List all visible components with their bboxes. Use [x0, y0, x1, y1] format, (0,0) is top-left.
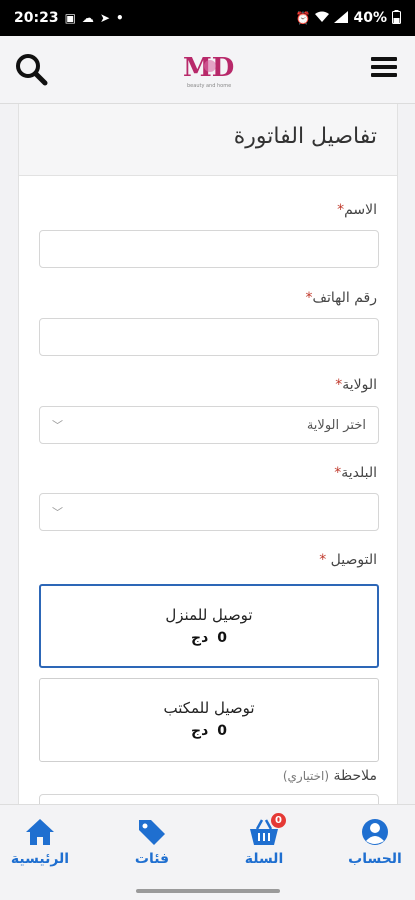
user-icon [359, 817, 391, 847]
chevron-down-icon: ﹀ [52, 419, 63, 432]
logo[interactable]: MD beauty and home [181, 48, 241, 90]
price-currency: دج [191, 630, 209, 646]
delivery-label-text: التوصيل [330, 552, 377, 568]
delivery-option-title: توصيل للمنزل [165, 606, 253, 624]
commune-label: البلدية* [334, 465, 377, 481]
battery-text: 40% [353, 10, 387, 26]
telegram-icon: ➤ [99, 11, 110, 25]
delivery-option-price: 0 دج [40, 723, 378, 739]
nav-home[interactable]: الرئيسية [0, 817, 80, 867]
wilaya-label-text: الولاية [342, 377, 377, 393]
price-currency: دج [191, 723, 209, 739]
home-icon [24, 817, 56, 847]
phone-field[interactable] [39, 318, 379, 356]
note-label: ملاحظة (اختياري) [283, 768, 377, 784]
search-button[interactable] [14, 52, 50, 88]
page-title: تفاصيل الفاتورة [233, 124, 377, 149]
nav-categories-label: فئات [134, 851, 170, 867]
battery-icon [392, 9, 401, 27]
nav-account-label: الحساب [348, 851, 402, 867]
nav-account[interactable]: الحساب [335, 817, 415, 867]
image-icon: ▣ [64, 11, 76, 25]
name-field[interactable] [39, 230, 379, 268]
hamburger-icon [371, 57, 401, 77]
phone-label: رقم الهاتف* [306, 290, 377, 306]
status-right: ⏰ 40% [295, 9, 401, 27]
note-label-text: ملاحظة [333, 768, 378, 784]
wilaya-select-value: اختر الولاية [306, 417, 366, 433]
delivery-option-office[interactable]: توصيل للمكتب 0 دج [39, 678, 379, 762]
bottom-nav: الرئيسية فئات 0 السلة الحساب [0, 804, 415, 900]
tags-icon [136, 817, 168, 847]
price-value: 0 [217, 630, 227, 646]
delivery-option-price: 0 دج [41, 630, 377, 646]
price-value: 0 [217, 723, 227, 739]
status-time: 20:23 [14, 10, 59, 26]
wilaya-label: الولاية* [335, 377, 377, 393]
delivery-option-home[interactable]: توصيل للمنزل 0 دج [39, 584, 379, 668]
chevron-down-icon: ﹀ [52, 506, 63, 519]
search-icon [16, 54, 48, 86]
status-bar: 20:23 ▣ ☁ ➤ • ⏰ 40% [0, 0, 415, 36]
wifi-icon [315, 11, 330, 26]
wilaya-select[interactable]: اختر الولاية ﹀ [39, 406, 379, 444]
delivery-label: التوصيل * [319, 552, 377, 568]
cloud-icon: ☁ [81, 11, 94, 25]
delivery-option-title: توصيل للمكتب [163, 699, 255, 717]
nav-categories[interactable]: فئات [112, 817, 192, 867]
app-header: MD beauty and home [0, 36, 415, 104]
home-indicator[interactable] [136, 889, 280, 893]
panel-header: تفاصيل الفاتورة [19, 104, 397, 176]
required-mark: * [319, 552, 327, 568]
commune-select[interactable]: ﹀ [39, 493, 379, 531]
nav-cart-label: السلة [244, 851, 284, 867]
phone-label-text: رقم الهاتف [312, 290, 377, 306]
basket-icon: 0 [248, 813, 286, 847]
nav-home-label: الرئيسية [10, 851, 70, 867]
required-mark: * [305, 290, 313, 306]
note-optional-text: (اختياري) [282, 769, 330, 783]
commune-label-text: البلدية [341, 465, 377, 481]
dot-icon: • [115, 11, 124, 25]
signal-icon [334, 10, 349, 26]
nav-cart[interactable]: 0 السلة [224, 813, 304, 867]
alarm-icon: ⏰ [295, 11, 311, 25]
status-left: 20:23 ▣ ☁ ➤ • [14, 10, 124, 26]
note-field[interactable] [39, 794, 379, 804]
logo-subtitle: beauty and home [187, 83, 231, 89]
name-label: الاسم* [337, 202, 377, 218]
menu-button[interactable] [371, 54, 401, 84]
billing-panel: تفاصيل الفاتورة الاسم* رقم الهاتف* الولا… [18, 104, 398, 804]
cart-count-badge: 0 [271, 813, 286, 828]
name-label-text: الاسم [344, 202, 377, 218]
